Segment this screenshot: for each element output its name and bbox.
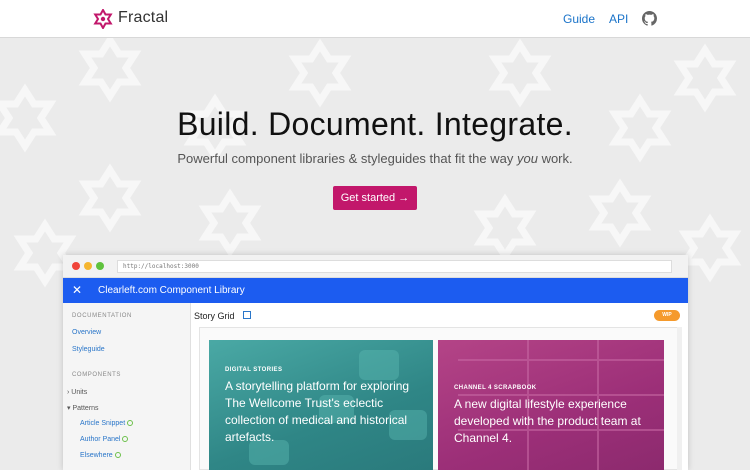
brand-name[interactable]: Fractal: [118, 9, 168, 27]
subtitle-emphasis: you: [516, 151, 538, 166]
sidebar-item-styleguide: Styleguide: [72, 346, 105, 353]
hero-subtitle: Powerful component libraries & styleguid…: [177, 151, 573, 166]
sidebar-item-article-snippet: Article Snippet: [80, 420, 134, 427]
app-header-bar: ✕ Clearleft.com Component Library: [63, 278, 688, 303]
story-card-digital-stories: DIGITAL STORIES A storytelling platform …: [209, 340, 433, 470]
ready-status-icon: [127, 420, 134, 427]
component-title: Story Grid: [194, 311, 235, 321]
ready-status-icon: [122, 436, 129, 443]
component-sidebar: DOCUMENTATION Overview Styleguide COMPON…: [63, 303, 191, 470]
close-icon: ✕: [72, 283, 83, 297]
url-bar: http://localhost:3000: [117, 260, 672, 273]
site-header: Fractal Guide API: [0, 0, 750, 38]
window-minimize-dot: [84, 262, 92, 270]
sidebar-item-patterns: ▾ Patterns: [67, 405, 99, 412]
nav-guide-link[interactable]: Guide: [563, 12, 595, 26]
story-card-channel-4: CHANNEL 4 SCRAPBOOK A new digital lifest…: [438, 340, 664, 470]
get-started-button[interactable]: Get started →: [333, 186, 417, 210]
sidebar-item-author-panel: Author Panel: [80, 436, 129, 443]
documentation-heading: DOCUMENTATION: [72, 313, 132, 319]
preview-scrollbar[interactable]: [677, 327, 682, 470]
browser-window-mockup: http://localhost:3000 ✕ Clearleft.com Co…: [63, 255, 688, 470]
github-icon[interactable]: [642, 11, 657, 26]
ready-status-icon: [114, 452, 121, 459]
sidebar-item-elsewhere: Elsewhere: [80, 452, 121, 459]
browser-chrome: http://localhost:3000: [63, 255, 688, 278]
hero-title: Build. Document. Integrate.: [177, 106, 573, 142]
window-zoom-dot: [96, 262, 104, 270]
status-badge: WIP: [654, 310, 680, 321]
components-heading: COMPONENTS: [72, 372, 122, 378]
fractal-logo-icon[interactable]: [93, 9, 113, 29]
sidebar-item-overview: Overview: [72, 329, 102, 336]
nav-api-link[interactable]: API: [609, 12, 628, 26]
sidebar-item-units: › Units: [67, 389, 88, 396]
window-close-dot: [72, 262, 80, 270]
open-in-new-tab-icon: [243, 311, 251, 319]
card-body-text: A storytelling platform for exploring Th…: [225, 379, 410, 444]
card-kicker: DIGITAL STORIES: [225, 367, 283, 373]
card-body-text: A new digital lifestyle experience devel…: [454, 397, 641, 445]
app-title: Clearleft.com Component Library: [98, 285, 245, 296]
card-kicker: CHANNEL 4 SCRAPBOOK: [454, 385, 537, 391]
